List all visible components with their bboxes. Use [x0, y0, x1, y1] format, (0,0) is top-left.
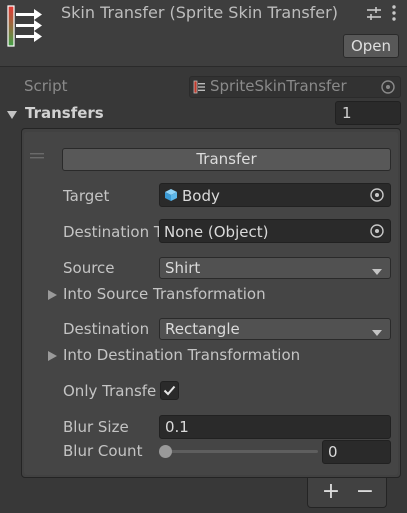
object-picker-icon[interactable]: [369, 223, 385, 239]
destination-dropdown[interactable]: Rectangle: [159, 318, 391, 340]
source-dropdown[interactable]: Shirt: [159, 257, 391, 279]
foldout-collapsed-icon[interactable]: [47, 287, 58, 300]
transfers-count-field[interactable]: 1: [335, 101, 401, 125]
script-label: Script: [24, 77, 68, 95]
destination-target-value: None (Object): [164, 223, 269, 241]
only-transfer-label: Only Transfe: [63, 382, 157, 400]
object-picker-icon[interactable]: [380, 79, 396, 95]
blur-count-field[interactable]: 0: [322, 440, 391, 464]
presets-sliders-icon[interactable]: [365, 5, 383, 23]
foldout-expanded-icon[interactable]: [6, 107, 18, 119]
remove-element-button[interactable]: −: [352, 480, 378, 504]
only-transfer-checkbox[interactable]: [160, 381, 179, 400]
foldout-collapsed-icon[interactable]: [47, 348, 58, 361]
transfers-label[interactable]: Transfers: [25, 104, 104, 122]
header-divider: [0, 66, 407, 67]
gameobject-cube-icon: [164, 188, 178, 202]
script-value: SpriteSkinTransfer: [210, 77, 347, 95]
blur-count-label: Blur Count: [63, 442, 143, 460]
kebab-menu-icon[interactable]: [387, 3, 401, 23]
drag-handle-icon[interactable]: [30, 145, 44, 159]
transfer-button[interactable]: Transfer: [62, 148, 391, 171]
object-picker-icon[interactable]: [369, 187, 385, 203]
open-button[interactable]: Open: [343, 34, 399, 58]
add-element-button[interactable]: +: [318, 480, 344, 504]
destination-target-label: Destination T: [63, 223, 161, 241]
blur-size-label: Blur Size: [63, 418, 129, 436]
blur-count-slider-track[interactable]: [164, 450, 318, 453]
checkmark-icon: [163, 385, 176, 396]
target-label: Target: [63, 187, 110, 205]
csharp-script-icon: [193, 80, 207, 94]
source-label: Source: [63, 259, 115, 277]
component-title: Skin Transfer (Sprite Skin Transfer): [61, 3, 338, 22]
destination-label: Destination: [63, 320, 150, 338]
chevron-down-icon: [371, 324, 383, 336]
target-value: Body: [182, 187, 220, 205]
component-arrows-icon: [4, 4, 48, 48]
blur-size-field[interactable]: 0.1: [159, 415, 391, 439]
chevron-down-icon: [371, 263, 383, 275]
into-source-transformation-foldout[interactable]: Into Source Transformation: [63, 285, 266, 303]
into-destination-transformation-foldout[interactable]: Into Destination Transformation: [63, 346, 300, 364]
blur-count-slider-thumb[interactable]: [159, 445, 172, 458]
